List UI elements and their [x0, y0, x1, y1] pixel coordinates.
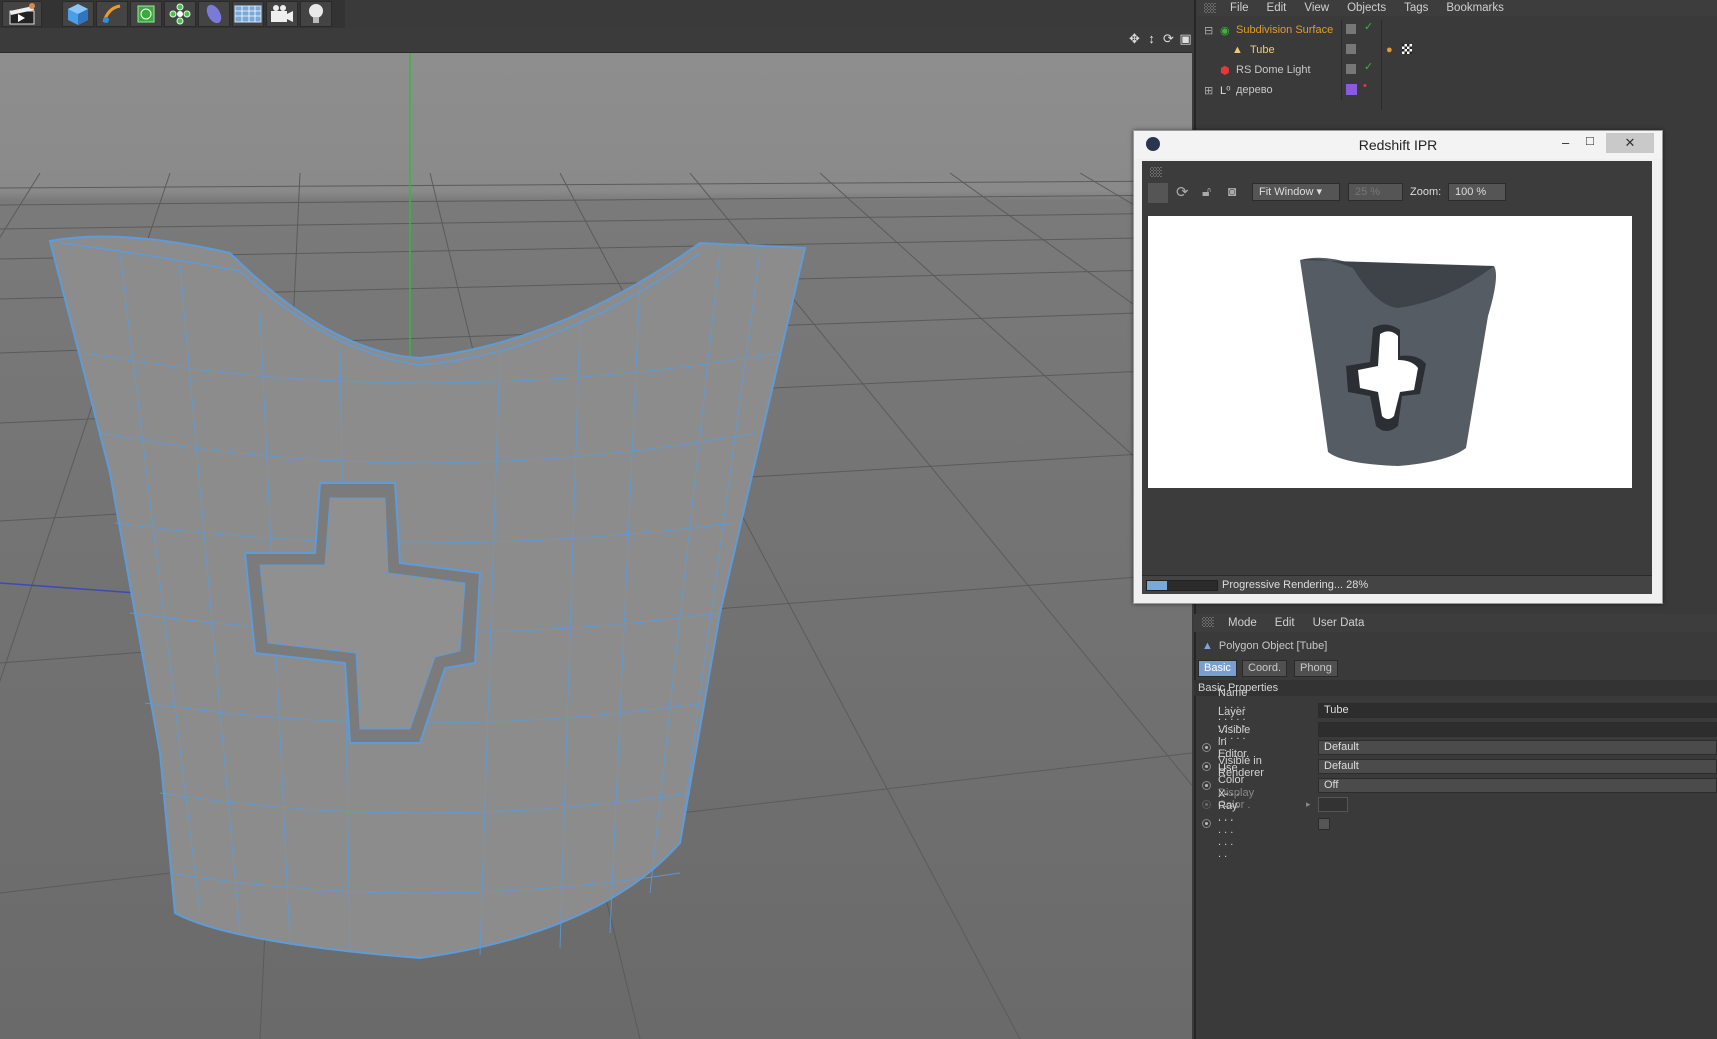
render-preview[interactable]: [1148, 216, 1632, 488]
zoom-label: Zoom:: [1410, 186, 1442, 198]
menu-objects[interactable]: Objects: [1347, 2, 1386, 14]
cloner-icon[interactable]: [164, 1, 196, 27]
tab-coord[interactable]: Coord.: [1242, 660, 1288, 677]
object-name[interactable]: RS Dome Light: [1236, 64, 1311, 76]
expand-icon[interactable]: ⊞: [1204, 84, 1213, 97]
visibility-icon[interactable]: ✓: [1341, 20, 1382, 40]
render-status-text: Progressive Rendering... 28%: [1222, 579, 1369, 591]
redshift-ipr-window: Redshift IPR – □ ✕ ⟳ 🔓︎ ◙ Fit Window ▾ 2…: [1133, 130, 1663, 604]
collapse-icon[interactable]: ⊟: [1204, 24, 1213, 37]
rotate-view-icon[interactable]: ⟳: [1162, 32, 1175, 46]
animate-radio-icon: [1202, 800, 1211, 809]
animate-radio-icon[interactable]: [1202, 781, 1211, 790]
move-view-icon[interactable]: ✥: [1128, 32, 1141, 46]
field-label: X-Ray . . . . . . . . . . .: [1218, 787, 1238, 860]
refresh-icon[interactable]: ⟳: [1176, 183, 1196, 203]
stop-render-button[interactable]: [1148, 183, 1168, 203]
attr-object-header: ▲ Polygon Object [Tube]: [1202, 638, 1327, 654]
floor-icon[interactable]: [232, 1, 264, 27]
ipr-body: ⟳ 🔓︎ ◙ Fit Window ▾ 25 % Zoom: 100 % Pro…: [1142, 161, 1652, 594]
maximize-view-icon[interactable]: ▣: [1179, 32, 1192, 46]
render-progress-bar: [1146, 580, 1218, 591]
ipr-window-title: Redshift IPR: [1358, 137, 1438, 153]
animate-radio-icon[interactable]: [1202, 743, 1211, 752]
panel-grip-icon[interactable]: [1204, 3, 1216, 13]
scale-percent-field[interactable]: 25 %: [1348, 183, 1403, 201]
menu-edit[interactable]: Edit: [1267, 2, 1287, 14]
ipr-status-bar: Progressive Rendering... 28%: [1142, 575, 1652, 594]
menu-tags[interactable]: Tags: [1404, 2, 1428, 14]
camera-icon[interactable]: [266, 1, 298, 27]
visible-editor-select[interactable]: Default: [1318, 740, 1717, 755]
section-header: Basic Properties: [1194, 680, 1717, 696]
visibility-icon[interactable]: [1341, 40, 1382, 60]
clapper-icon[interactable]: [2, 1, 42, 27]
redshift-light-icon: ⬢: [1220, 64, 1230, 77]
layer-input[interactable]: [1318, 722, 1717, 737]
snapshot-camera-icon[interactable]: ◙: [1228, 183, 1248, 203]
close-icon[interactable]: ✕: [1606, 133, 1654, 153]
object-name[interactable]: Subdivision Surface: [1236, 24, 1333, 36]
attr-grip-icon[interactable]: [1202, 617, 1214, 627]
display-color-swatch: [1318, 797, 1348, 812]
unlock-icon[interactable]: 🔓︎: [1202, 183, 1222, 203]
ipr-grip-icon[interactable]: [1150, 167, 1162, 177]
object-name[interactable]: Tube: [1250, 44, 1275, 56]
menu-edit[interactable]: Edit: [1275, 617, 1295, 629]
polygon-icon: ▲: [1232, 44, 1243, 56]
dolly-view-icon[interactable]: ↕: [1145, 32, 1158, 46]
menu-view[interactable]: View: [1304, 2, 1329, 14]
object-name[interactable]: дерево: [1236, 84, 1273, 96]
tube-mesh[interactable]: [48, 235, 807, 960]
animate-radio-icon[interactable]: [1202, 762, 1211, 771]
visibility-icon[interactable]: ✓: [1341, 60, 1382, 80]
visible-renderer-select[interactable]: Default: [1318, 759, 1717, 774]
menu-user-data[interactable]: User Data: [1313, 617, 1365, 629]
layer-color-icon[interactable]: •: [1341, 80, 1382, 100]
object-manager-menu: File Edit View Objects Tags Bookmarks: [1196, 0, 1717, 16]
3d-viewport[interactable]: [0, 53, 1192, 1039]
animate-radio-icon[interactable]: [1202, 819, 1211, 828]
tab-basic[interactable]: Basic: [1198, 660, 1237, 677]
light-bulb-icon[interactable]: [300, 1, 332, 27]
attribute-menu: Mode Edit User Data: [1194, 614, 1717, 632]
attr-object-title: Polygon Object [Tube]: [1218, 640, 1328, 652]
object-list: ⊟ ◉ Subdivision Surface ✓ ▲ Tube ● ⬢ RS …: [1196, 20, 1717, 100]
material-tag-icon[interactable]: ●: [1381, 40, 1422, 60]
object-row-subdivision-surface[interactable]: ⊟ ◉ Subdivision Surface ✓: [1196, 20, 1717, 40]
deformer-icon[interactable]: [198, 1, 230, 27]
viewport-header: ✥ ↕ ⟳ ▣: [0, 28, 1192, 53]
fit-window-select[interactable]: Fit Window ▾: [1252, 183, 1340, 201]
object-row-rs-dome-light[interactable]: ⬢ RS Dome Light ✓: [1196, 60, 1717, 80]
minimize-icon[interactable]: –: [1562, 135, 1569, 150]
menu-bookmarks[interactable]: Bookmarks: [1446, 2, 1504, 14]
menu-file[interactable]: File: [1230, 2, 1249, 14]
pen-icon[interactable]: [96, 1, 128, 27]
use-color-select[interactable]: Off: [1318, 778, 1717, 793]
subdivision-icon[interactable]: [130, 1, 162, 27]
ipr-title-bar[interactable]: Redshift IPR – □ ✕: [1134, 131, 1662, 159]
menu-mode[interactable]: Mode: [1228, 617, 1257, 629]
main-toolbar: [0, 0, 345, 29]
expand-arrow-icon[interactable]: ▸: [1306, 799, 1311, 810]
polygon-icon: ▲: [1202, 640, 1213, 652]
object-row-derevo[interactable]: ⊞ L⁰ дерево •: [1196, 80, 1717, 100]
xray-checkbox[interactable]: [1318, 817, 1330, 830]
null-object-icon: L⁰: [1220, 84, 1231, 97]
object-row-tube[interactable]: ▲ Tube ●: [1196, 40, 1717, 60]
attribute-manager: Mode Edit User Data ▲ Polygon Object [Tu…: [1194, 614, 1717, 1039]
zoom-value-field[interactable]: 100 %: [1448, 183, 1506, 201]
viewport-scene: [0, 53, 1192, 1039]
cube-icon[interactable]: [62, 1, 94, 27]
tab-phong[interactable]: Phong: [1294, 660, 1338, 677]
subdivision-icon: ◉: [1220, 24, 1230, 37]
maximize-icon[interactable]: □: [1586, 133, 1594, 148]
name-input[interactable]: Tube: [1318, 703, 1717, 718]
